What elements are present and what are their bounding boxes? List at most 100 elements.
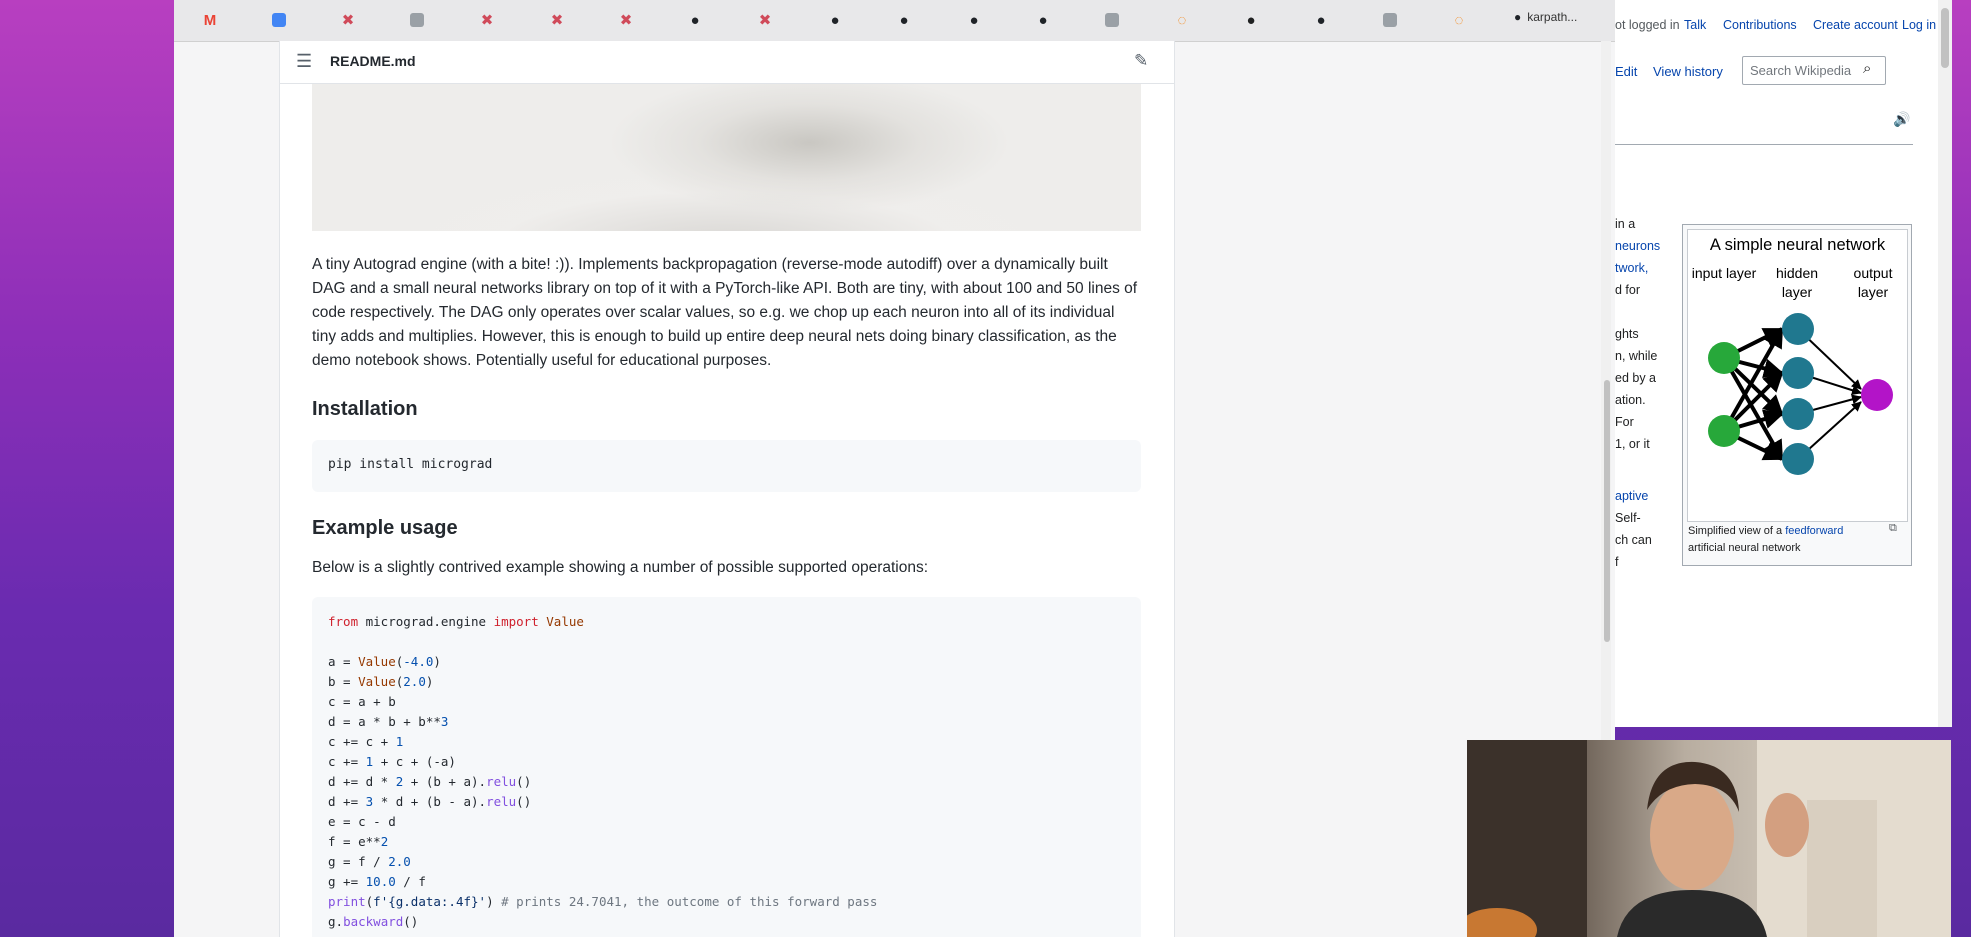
code-line: d = a * b + b**3 (328, 714, 449, 729)
code-line: c += 1 + c + (-a) (328, 754, 456, 769)
github-tab-active[interactable]: ● karpath... (1514, 10, 1577, 24)
article-text-fragment: ch can (1615, 533, 1652, 547)
code-line: a = Value(-4.0) (328, 654, 441, 669)
intro-paragraph: A tiny Autograd engine (with a bite! :))… (312, 256, 1138, 369)
infobox-caption: Simplified view of a feedforward artific… (1688, 523, 1878, 557)
tab-icon[interactable]: ● (1240, 10, 1262, 30)
gmail-tab-icon[interactable]: M (199, 10, 221, 30)
tab-icon[interactable] (1101, 10, 1123, 30)
wikipedia-browser-window: ot logged in Talk Contributions Create a… (1615, 0, 1938, 727)
article-text-fragment: 1, or it (1615, 437, 1650, 451)
view-history-tab[interactable]: View history (1653, 64, 1723, 79)
install-command: pip install micrograd (328, 457, 493, 472)
example-usage-heading: Example usage (312, 517, 458, 539)
code-line: b = Value(2.0) (328, 674, 434, 689)
github-icon: ● (1514, 10, 1522, 24)
log-in-link[interactable]: Log in (1902, 18, 1936, 32)
code-line: from micrograd.engine import Value (328, 614, 584, 629)
example-code-block: from micrograd.engine import Value a = V… (312, 597, 1141, 937)
caption-prefix: Simplified view of a (1688, 525, 1786, 537)
code-line: g = f / 2.0 (328, 854, 411, 869)
hidden-node (1782, 443, 1814, 475)
article-link-fragment[interactable]: neurons (1615, 239, 1660, 253)
code-line: d += 3 * d + (b - a).relu() (328, 794, 532, 809)
pinned-tab-icon[interactable]: ✖ (546, 10, 568, 30)
table-of-contents-icon[interactable]: ☰ (296, 51, 312, 72)
neural-network-diagram: A simple neural network input layer hidd… (1687, 229, 1908, 522)
docs-tab-icon[interactable] (268, 10, 290, 30)
pinned-tab-icon[interactable]: ✖ (476, 10, 498, 30)
not-logged-in-text: ot logged in (1615, 18, 1680, 32)
article-text-fragment: f (1615, 555, 1619, 569)
github-tab-icon[interactable]: ● (963, 10, 985, 30)
code-line: print(f'{g.data:.4f}') # prints 24.7041,… (328, 894, 878, 909)
hidden-node (1782, 357, 1814, 389)
input-node (1708, 342, 1740, 374)
talk-link[interactable]: Talk (1684, 18, 1706, 32)
article-text-fragment: in a (1615, 217, 1636, 231)
installation-heading: Installation (312, 398, 418, 420)
tab-icon[interactable] (406, 10, 428, 30)
wiki-search-input[interactable]: Search Wikipedia ⌕ (1742, 56, 1886, 85)
article-text-fragment: d for (1615, 283, 1641, 297)
output-node (1861, 379, 1893, 411)
github-tab-icon[interactable]: ● (1032, 10, 1054, 30)
cat-image (312, 84, 1141, 231)
hidden-node (1782, 398, 1814, 430)
network-graph (1708, 313, 1893, 475)
github-tab-icon[interactable]: ● (824, 10, 846, 30)
tab-icon[interactable] (1379, 10, 1401, 30)
article-text-fragment: ghts (1615, 327, 1639, 341)
contributions-link[interactable]: Contributions (1723, 18, 1797, 32)
code-line: f = e**2 (328, 834, 389, 849)
presenter-video (1467, 740, 1951, 937)
code-line: g.backward() (328, 914, 419, 929)
caption-suffix: artificial neural network (1688, 542, 1801, 554)
audio-icon[interactable]: 🔊 (1893, 111, 1910, 128)
example-usage-description: Below is a slightly contrived example sh… (312, 559, 929, 576)
scrollbar-thumb[interactable] (1604, 380, 1610, 642)
code-line: e = c - d (328, 814, 396, 829)
pinned-tab-icon[interactable]: ✖ (615, 10, 637, 30)
code-line: d += d * 2 + (b + a).relu() (328, 774, 532, 789)
jupyter-tab-icon[interactable]: ◌ (1448, 10, 1470, 30)
article-text-fragment: ation. (1615, 393, 1646, 407)
hidden-output-edges (1797, 328, 1862, 460)
file-header: ☰ README.md ✎ (280, 41, 1174, 84)
hidden-node (1782, 313, 1814, 345)
search-placeholder: Search Wikipedia (1750, 63, 1852, 78)
neural-network-infobox: A simple neural network input layer hidd… (1682, 224, 1912, 566)
code-line: c += c + 1 (328, 734, 404, 749)
wiki-title-divider (1615, 144, 1913, 145)
github-browser-window: M ✖ ✖ ✖ ✖ ● ✖ ● ● ● ● ◌ ● ● ◌ ● karpath.… (174, 0, 1615, 937)
pinned-tab-icon[interactable]: ✖ (337, 10, 359, 30)
pencil-edit-icon[interactable]: ✎ (1134, 51, 1148, 71)
article-link-fragment[interactable]: aptive (1615, 489, 1648, 503)
article-text-fragment: For (1615, 415, 1634, 429)
webcam-overlay (1467, 740, 1951, 937)
article-text-fragment: ed by a (1615, 371, 1657, 385)
file-name: README.md (330, 53, 416, 69)
jupyter-tab-icon[interactable]: ◌ (1171, 10, 1193, 30)
input-node (1708, 415, 1740, 447)
feedforward-link[interactable]: feedforward (1785, 525, 1843, 537)
article-link-fragment[interactable]: twork, (1615, 261, 1648, 275)
browser-tab-bar: M ✖ ✖ ✖ ✖ ● ✖ ● ● ● ● ◌ ● ● ◌ ● karpath.… (174, 0, 1615, 42)
wiki-scrollbar-track[interactable] (1938, 0, 1952, 727)
code-line: g += 10.0 / f (328, 874, 426, 889)
code-line: c = a + b (328, 694, 396, 709)
article-text-fragment: n, while (1615, 349, 1658, 363)
readme-content: ☰ README.md ✎ A tiny Autograd engine (wi… (279, 41, 1175, 937)
github-tab-icon[interactable]: ● (684, 10, 706, 30)
tab-label: karpath... (1527, 10, 1578, 24)
search-icon[interactable]: ⌕ (1863, 60, 1871, 77)
create-account-link[interactable]: Create account (1813, 18, 1898, 32)
enlarge-icon[interactable]: ⧉ (1889, 522, 1897, 535)
edit-tab[interactable]: Edit (1615, 64, 1637, 79)
install-code-block: pip install micrograd (312, 440, 1141, 492)
article-text-fragment: Self- (1615, 511, 1641, 525)
github-tab-icon[interactable]: ● (1310, 10, 1332, 30)
pinned-tab-icon[interactable]: ✖ (754, 10, 776, 30)
wiki-scrollbar-thumb[interactable] (1941, 8, 1949, 68)
github-tab-icon[interactable]: ● (893, 10, 915, 30)
